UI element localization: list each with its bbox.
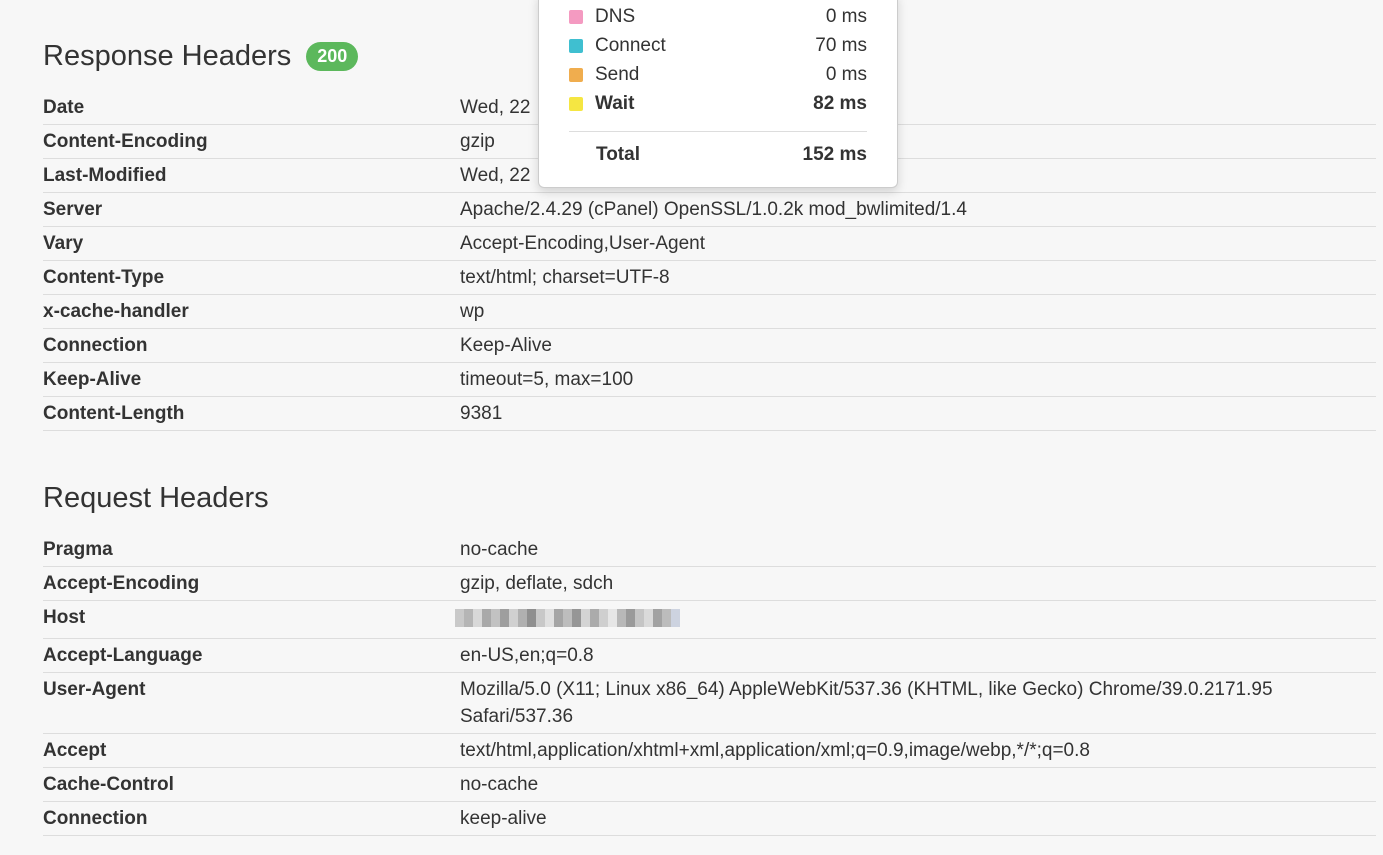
header-row: Accept-Encoding gzip, deflate, sdch [43, 566, 1376, 601]
section-title-text: Request Headers [43, 481, 269, 514]
redacted-host-value [455, 609, 680, 627]
header-key: Date [43, 91, 460, 125]
header-key: Last-Modified [43, 158, 460, 193]
header-key: Server [43, 192, 460, 227]
header-row: Connection Keep-Alive [43, 328, 1376, 363]
header-value: 9381 [460, 396, 1376, 431]
header-row: Host [43, 600, 1376, 639]
header-value: text/html,application/xhtml+xml,applicat… [460, 733, 1376, 768]
timing-rows: DNS 0 ms Connect 70 ms Send 0 ms Wait 82 ms [569, 0, 867, 118]
header-value: Keep-Alive [460, 328, 1376, 363]
timing-total-row: Total 152 ms [569, 144, 867, 166]
timing-swatch [569, 38, 583, 53]
header-row: User-Agent Mozilla/5.0 (X11; Linux x86_64… [43, 672, 1376, 734]
header-row: Cache-Control no-cache [43, 767, 1376, 802]
header-key: User-Agent [43, 672, 460, 734]
header-key: Accept-Encoding [43, 566, 460, 601]
header-key: Accept-Language [43, 638, 460, 673]
timing-swatch [569, 67, 583, 82]
timing-value: 0 ms [825, 5, 867, 27]
header-key: Connection [43, 801, 460, 836]
header-value: text/html; charset=UTF-8 [460, 260, 1376, 295]
header-row: Pragma no-cache [43, 533, 1376, 567]
timing-row-connect: Connect 70 ms [569, 31, 867, 60]
header-key: Connection [43, 328, 460, 363]
header-row: Content-Length 9381 [43, 396, 1376, 431]
header-key: Cache-Control [43, 767, 460, 802]
timing-divider [569, 131, 867, 132]
header-value [455, 600, 1376, 639]
timing-label: Wait [595, 92, 635, 114]
header-value: gzip, deflate, sdch [460, 566, 1376, 601]
timing-swatch [569, 9, 583, 24]
request-headers-table: Pragma no-cache Accept-Encoding gzip, defla… [43, 533, 1376, 836]
timing-label: Send [595, 63, 640, 85]
header-value: no-cache [460, 533, 1376, 567]
header-value: Apache/2.4.29 (cPanel) OpenSSL/1.0.2k mo… [460, 192, 1376, 227]
header-value: no-cache [460, 767, 1376, 802]
timing-row-wait: Wait 82 ms [569, 89, 867, 118]
header-key: Content-Type [43, 260, 460, 295]
timing-total-value: 152 ms [802, 144, 867, 165]
header-key: x-cache-handler [43, 294, 460, 329]
header-row: Connection keep-alive [43, 801, 1376, 836]
header-key: Keep-Alive [43, 362, 460, 397]
header-row: Keep-Alive timeout=5, max=100 [43, 362, 1376, 397]
header-value: wp [460, 294, 1376, 329]
timing-value: 0 ms [825, 63, 867, 85]
timing-value: 70 ms [815, 34, 867, 56]
header-row: Content-Type text/html; charset=UTF-8 [43, 260, 1376, 295]
header-value: Accept-Encoding,User-Agent [460, 226, 1376, 261]
request-headers-section: Request Headers Pragma no-cache Accept-Enc… [43, 480, 1376, 836]
timing-row-dns: DNS 0 ms [569, 2, 867, 31]
timing-label: DNS [595, 5, 636, 27]
timing-label: Connect [595, 34, 666, 56]
header-value: timeout=5, max=100 [460, 362, 1376, 397]
header-row: Server Apache/2.4.29 (cPanel) OpenSSL/1.0… [43, 192, 1376, 227]
header-value: en-US,en;q=0.8 [460, 638, 1376, 673]
header-row: Accept text/html,application/xhtml+xml,ap… [43, 733, 1376, 768]
status-badge: 200 [306, 41, 359, 71]
timing-popover: DNS 0 ms Connect 70 ms Send 0 ms Wait 82 ms Tot… [538, 0, 898, 188]
header-key: Content-Length [43, 396, 460, 431]
header-value: keep-alive [460, 801, 1376, 836]
header-row: Vary Accept-Encoding,User-Agent [43, 226, 1376, 261]
header-key: Host [43, 600, 460, 639]
header-row: Accept-Language en-US,en;q=0.8 [43, 638, 1376, 673]
timing-swatch [569, 96, 583, 111]
timing-total-label: Total [596, 144, 640, 165]
timing-row-send: Send 0 ms [569, 60, 867, 89]
header-key: Content-Encoding [43, 124, 460, 159]
timing-value: 82 ms [813, 92, 867, 114]
section-title-text: Response Headers [43, 39, 292, 72]
header-key: Vary [43, 226, 460, 261]
header-key: Accept [43, 733, 460, 768]
header-key: Pragma [43, 533, 460, 567]
http-details-page: Response Headers 200 Date Wed, 22 Content-… [0, 0, 1383, 855]
header-row: x-cache-handler wp [43, 294, 1376, 329]
request-headers-title: Request Headers [43, 480, 1376, 516]
header-value: Mozilla/5.0 (X11; Linux x86_64) AppleWeb… [460, 672, 1376, 734]
